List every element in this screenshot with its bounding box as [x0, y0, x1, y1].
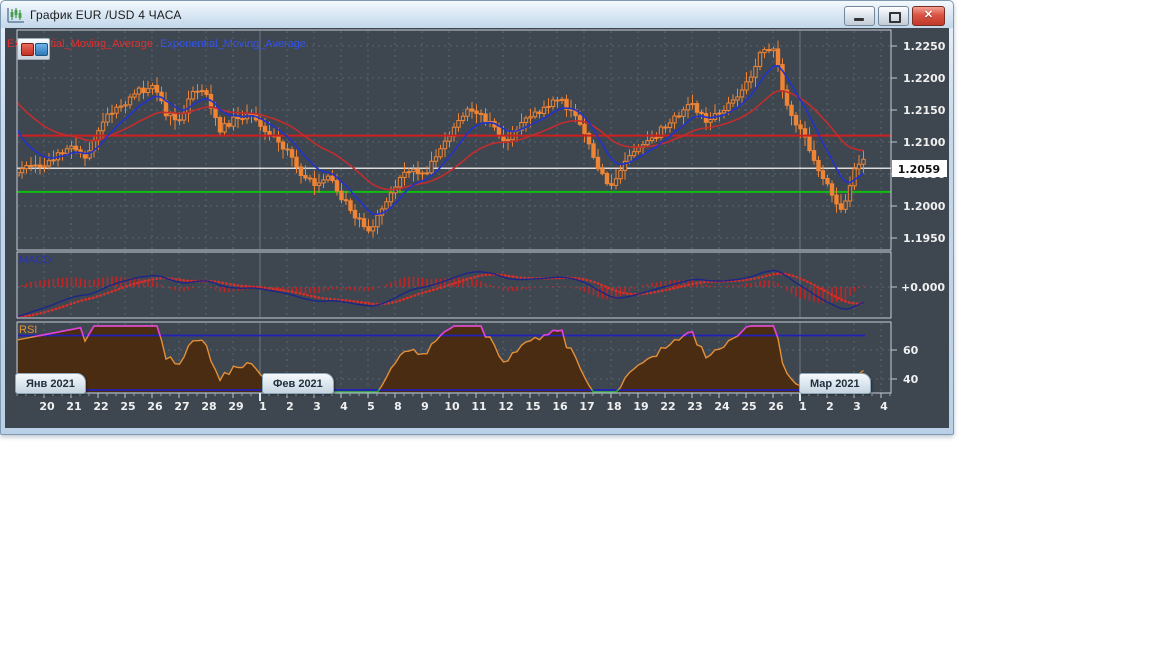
restore-icon: [889, 12, 901, 23]
price-axis-label: 1.2100: [903, 136, 946, 149]
price-axis-label: 1.2250: [903, 40, 946, 53]
rsi-scale-label: 40: [903, 373, 919, 386]
price-axis-label: 1.1950: [903, 232, 946, 245]
time-axis-label: 16: [552, 400, 568, 413]
chart-area[interactable]: 20 21 22 25 26 27 28 29 1 2 3 4 5 8 9 10 11 12 15 16 17 18 19 2…: [5, 28, 949, 428]
time-axis-label: 8: [394, 400, 402, 413]
candles-layer: [18, 40, 866, 238]
price-axis-label: 1.2150: [903, 104, 946, 117]
time-axis-label: 22: [93, 400, 108, 413]
time-axis-label: 22: [660, 400, 675, 413]
time-axis-label: 1: [799, 400, 807, 413]
red-indicator-toggle[interactable]: [21, 43, 34, 56]
time-axis-label: 27: [174, 400, 189, 413]
close-button[interactable]: ✕: [912, 6, 945, 26]
level-lines-layer: [17, 167, 891, 193]
window-title: График EUR /USD 4 ЧАСА: [30, 7, 182, 22]
price-axis: 1.22501.22001.21501.21001.20501.20001.19…: [891, 40, 946, 386]
time-axis-label: 23: [687, 400, 702, 413]
time-axis-label: 15: [525, 400, 540, 413]
time-axis-label: 10: [444, 400, 460, 413]
time-axis-label: 2: [826, 400, 834, 413]
time-axis-label: 3: [313, 400, 321, 413]
time-axis-label: 11: [471, 400, 486, 413]
current-price-label: 1.2059: [898, 163, 940, 176]
page: График EUR /USD 4 ЧАСА ✕ 20 21 22 25 26 27 28 2…: [0, 0, 1152, 648]
time-axis-label: 24: [714, 400, 730, 413]
macd-zero-label: +0.000: [901, 281, 945, 294]
time-axis-label: 4: [340, 400, 348, 413]
time-axis-label: 2: [286, 400, 294, 413]
title-bar[interactable]: График EUR /USD 4 ЧАСА ✕: [1, 1, 953, 28]
month-button-mar[interactable]: Мар 2021: [799, 373, 871, 394]
minimize-button[interactable]: [844, 6, 875, 26]
price-axis-label: 1.2000: [903, 200, 946, 213]
blue-indicator-toggle[interactable]: [35, 43, 48, 56]
close-icon: ✕: [923, 9, 934, 21]
ema-blue-legend-label: Exponential_Moving_Average: [160, 38, 306, 50]
time-axis-label: 19: [633, 400, 648, 413]
time-axis-label: 9: [421, 400, 429, 413]
time-axis-label: 29: [228, 400, 243, 413]
month-button-jan[interactable]: Янв 2021: [15, 373, 86, 394]
time-axis-label: 12: [498, 400, 513, 413]
macd-layer: [18, 269, 865, 317]
time-axis-label: 4: [880, 400, 888, 413]
rsi-pane-label: RSI: [19, 324, 38, 336]
time-axis-label: 25: [741, 400, 756, 413]
time-axis-label: 17: [579, 400, 594, 413]
time-axis: 20 21 22 25 26 27 28 29 1 2 3 4 5 8 9 10 11 12 15 16 17 18 19 2…: [16, 393, 891, 413]
candlestick-chart-icon: [7, 7, 24, 23]
price-axis-label: 1.2200: [903, 72, 946, 85]
time-axis-label: 26: [768, 400, 784, 413]
time-axis-label: 28: [201, 400, 216, 413]
time-axis-label: 20: [39, 400, 55, 413]
current-price-badge: 1.2059: [892, 160, 947, 177]
time-axis-label: 25: [120, 400, 135, 413]
macd-pane-label: MACD: [19, 254, 52, 266]
chart-canvas[interactable]: 20 21 22 25 26 27 28 29 1 2 3 4 5 8 9 10 11 12 15 16 17 18 19 2…: [5, 28, 949, 428]
time-axis-label: 26: [147, 400, 163, 413]
time-axis-label: 18: [606, 400, 621, 413]
indicator-legend: Exponential_Moving_Average Exponential_M…: [7, 38, 306, 50]
restore-button[interactable]: [878, 6, 909, 26]
minimize-icon: [854, 18, 864, 21]
time-axis-label: 21: [66, 400, 81, 413]
time-axis-label: 3: [853, 400, 861, 413]
month-button-feb[interactable]: Фев 2021: [262, 373, 334, 394]
indicator-toggle-box: [17, 38, 50, 60]
rsi-scale-label: 60: [903, 344, 919, 357]
time-axis-label: 5: [367, 400, 375, 413]
chart-window: График EUR /USD 4 ЧАСА ✕ 20 21 22 25 26 27 28 2…: [0, 0, 954, 435]
time-axis-label: 1: [259, 400, 267, 413]
